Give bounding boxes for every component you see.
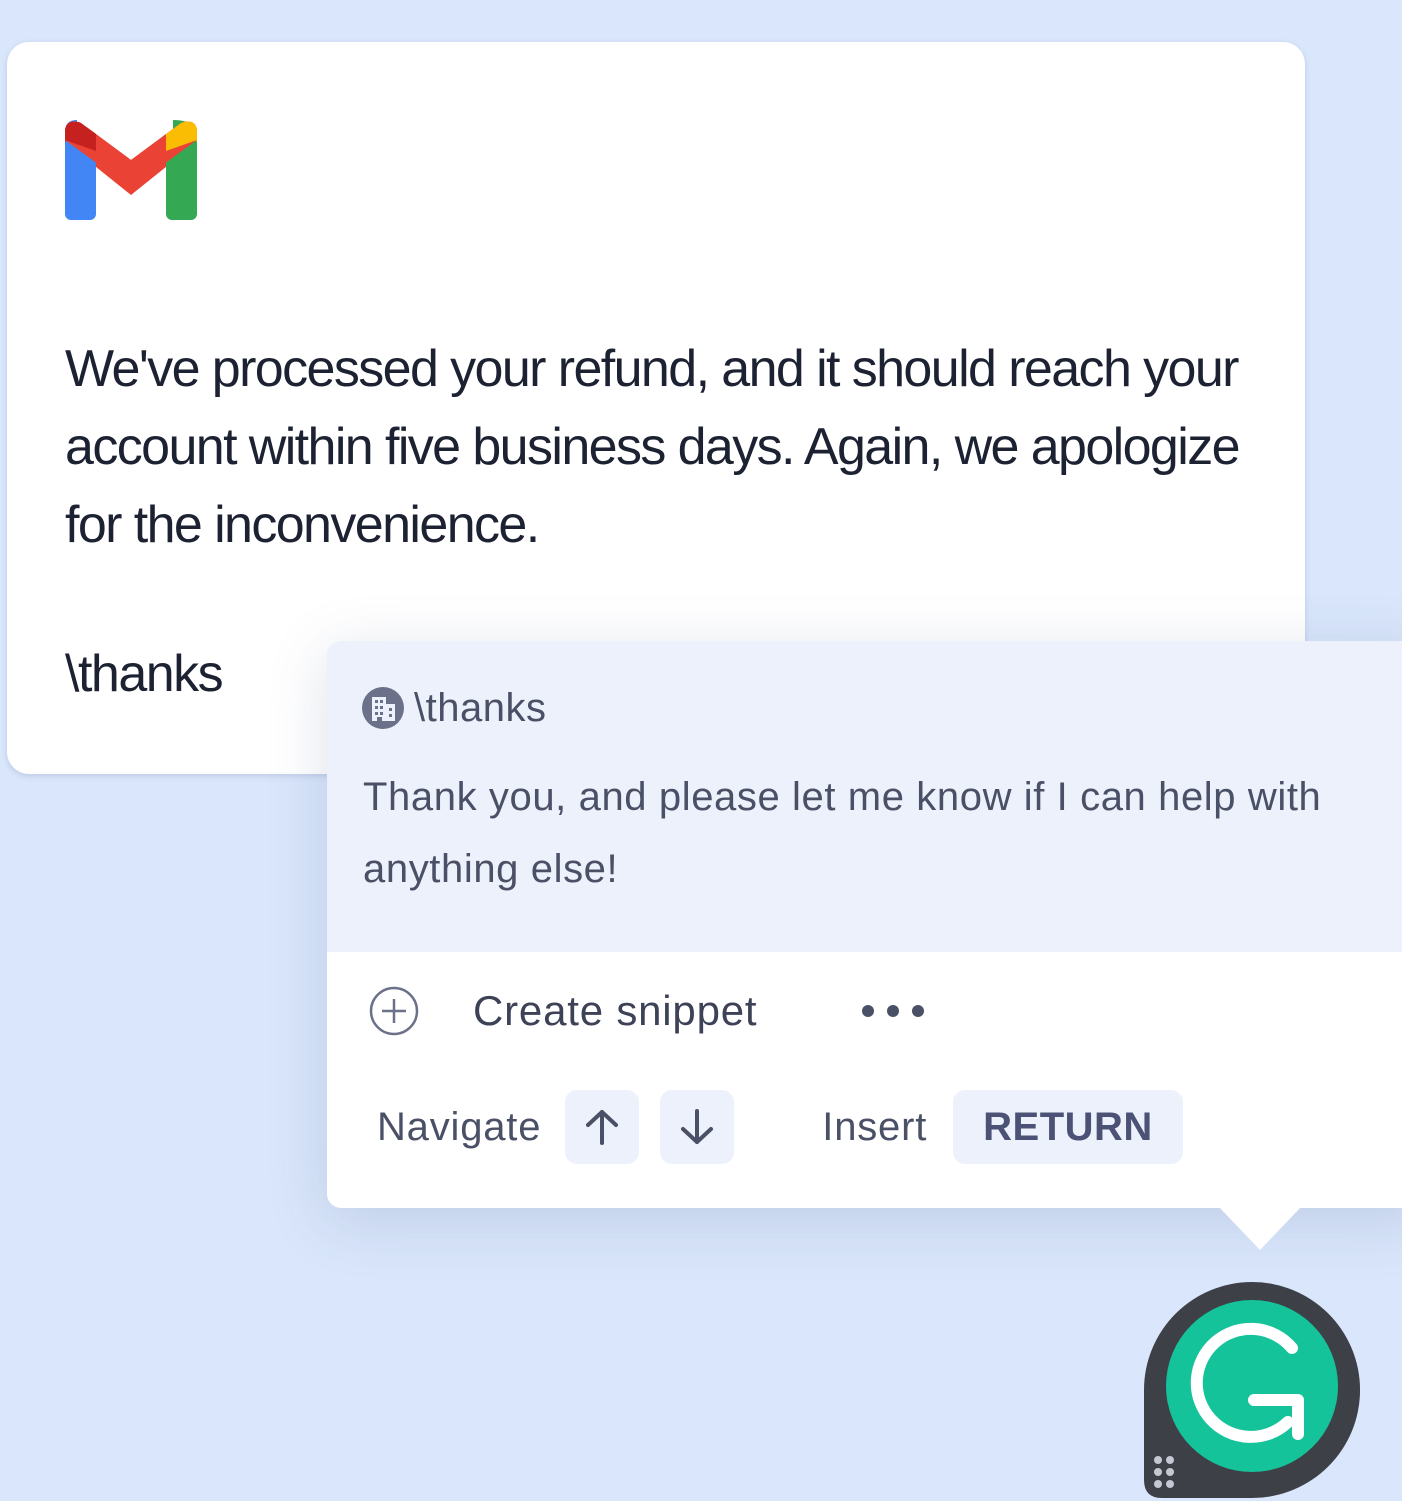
create-snippet-row: Create snippet (369, 981, 925, 1041)
more-horizontal-icon[interactable] (861, 1001, 925, 1021)
snippet-shortcut-label: \thanks (414, 685, 547, 730)
email-body-text[interactable]: We've processed your refund, and it shou… (65, 330, 1245, 564)
navigate-up-key[interactable] (565, 1090, 640, 1164)
popup-pointer (1218, 1206, 1302, 1250)
insert-return-key[interactable]: RETURN (953, 1090, 1183, 1164)
snippet-text: Thank you, and please let me know if I c… (363, 775, 1322, 891)
arrow-down-icon (681, 1109, 714, 1144)
snippet-suggestion-popup: \thanks Thank you, and please let me kno… (327, 641, 1402, 1208)
building-icon (362, 687, 404, 729)
plus-circle-icon[interactable] (369, 986, 419, 1036)
gmail-logo-icon (65, 120, 197, 220)
grammarly-button[interactable] (1142, 1280, 1362, 1500)
snippet-header: \thanks (362, 686, 546, 730)
typed-shortcut-text[interactable]: \thanks (65, 642, 224, 706)
navigate-down-key[interactable] (660, 1090, 735, 1164)
navigate-label: Navigate (377, 1104, 542, 1149)
insert-label: Insert (822, 1104, 928, 1149)
create-snippet-button[interactable]: Create snippet (473, 987, 757, 1035)
snippet-preview[interactable]: \thanks Thank you, and please let me kno… (327, 641, 1402, 952)
arrow-up-icon (586, 1110, 619, 1145)
keyboard-hints-row: Navigate Insert RETURN (377, 1089, 1183, 1165)
